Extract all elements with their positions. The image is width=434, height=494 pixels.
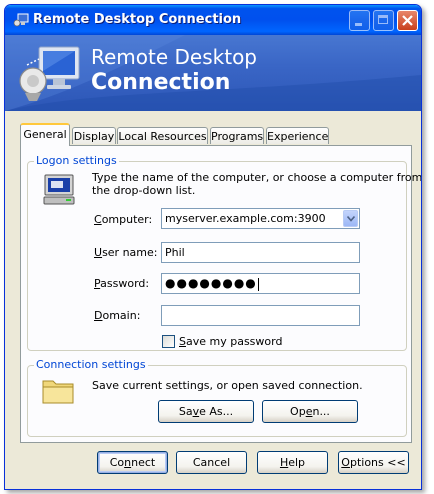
- computer-label-rest: omputer:: [101, 213, 153, 226]
- connect-label-post: nect: [131, 456, 156, 469]
- open-label-post: n...: [312, 405, 330, 418]
- close-icon[interactable]: [397, 10, 418, 31]
- password-label-rest: assword:: [100, 277, 150, 290]
- save-as-label-post: e As...: [199, 405, 234, 418]
- save-password-label[interactable]: Save my password: [179, 335, 282, 348]
- tab-display[interactable]: Display: [72, 127, 116, 144]
- banner-title-line1: Remote Desktop: [91, 45, 258, 69]
- cancel-label: Cancel: [192, 456, 231, 469]
- domain-input[interactable]: [161, 305, 360, 326]
- connection-description: Save current settings, or open saved con…: [92, 379, 363, 392]
- username-label-rest: ser name:: [102, 246, 158, 259]
- minimize-icon[interactable]: [349, 10, 370, 31]
- tab-local-resources-label: Local Resources: [118, 130, 207, 143]
- tab-general[interactable]: General: [20, 123, 70, 146]
- username-input[interactable]: Phil: [161, 242, 360, 263]
- domain-label-rest: omain:: [102, 309, 141, 322]
- help-mnemonic: H: [279, 456, 289, 469]
- computer-combobox[interactable]: myserver.example.com:3900: [161, 208, 360, 229]
- chevron-down-icon: [347, 216, 355, 222]
- logon-description-line1: Type the name of the computer, or choose…: [92, 171, 422, 184]
- username-value: Phil: [165, 246, 185, 259]
- text-caret: [257, 277, 259, 291]
- save-as-label-pre: Sa: [178, 405, 193, 418]
- password-value: ●●●●●●●●: [165, 276, 257, 290]
- options-label-post: ptions <<: [349, 456, 406, 469]
- computer-label-mnemonic: C: [94, 213, 102, 226]
- computer-value: myserver.example.com:3900: [165, 212, 326, 225]
- options-mnemonic: O: [341, 456, 350, 469]
- banner-title-line2: Connection: [91, 70, 231, 95]
- options-button[interactable]: Options <<: [338, 451, 409, 474]
- tab-programs[interactable]: Programs: [210, 127, 264, 144]
- computer-label: Computer:: [94, 213, 152, 226]
- username-label-mnemonic: U: [94, 246, 103, 259]
- help-label-post: elp: [288, 456, 306, 469]
- logon-settings-label: Logon settings: [34, 154, 119, 167]
- logon-settings-group: Logon settings Type the name of the comp…: [27, 154, 421, 351]
- help-button[interactable]: Help: [257, 451, 328, 474]
- tab-experience-label: Experience: [267, 130, 329, 143]
- open-button[interactable]: Open...: [262, 400, 358, 423]
- title-bar[interactable]: Remote Desktop Connection: [5, 5, 421, 35]
- remote-desktop-logo-icon: [19, 46, 80, 101]
- save-password-label-rest: ave my password: [185, 335, 283, 348]
- password-input[interactable]: ●●●●●●●●: [161, 273, 360, 294]
- general-tab-panel: Logon settings Type the name of the comp…: [20, 145, 421, 443]
- remote-desktop-window: Remote Desktop Connection Remote Desktop…: [4, 4, 422, 490]
- computer-dropdown-button[interactable]: [343, 210, 358, 227]
- computer-icon: [43, 174, 75, 205]
- header-banner: Remote Desktop Connection: [5, 35, 421, 111]
- connect-label-pre: Co: [109, 456, 125, 469]
- tab-general-label: General: [23, 128, 67, 141]
- save-password-mnemonic: S: [179, 335, 186, 348]
- username-label: User name:: [94, 246, 157, 259]
- save-password-checkbox[interactable]: [162, 335, 175, 348]
- tab-display-label: Display: [73, 130, 115, 143]
- open-label-pre: Op: [290, 405, 306, 418]
- window-title: Remote Desktop Connection: [33, 12, 242, 27]
- connection-settings-group: Connection settings Save current setting…: [27, 358, 407, 437]
- tab-programs-label: Programs: [211, 130, 264, 143]
- password-label: Password:: [94, 277, 149, 290]
- folder-icon: [42, 380, 74, 404]
- cancel-button[interactable]: Cancel: [176, 451, 247, 474]
- connection-settings-label: Connection settings: [34, 358, 148, 371]
- remote-desktop-icon: [13, 13, 29, 27]
- connect-button[interactable]: Connect: [97, 451, 168, 474]
- domain-label: Domain:: [94, 309, 140, 322]
- maximize-icon[interactable]: [373, 10, 394, 31]
- tab-experience[interactable]: Experience: [266, 127, 329, 144]
- save-as-button[interactable]: Save As...: [158, 400, 254, 423]
- logon-description-line2: the drop-down list.: [92, 184, 196, 197]
- tab-local-resources[interactable]: Local Resources: [117, 127, 208, 144]
